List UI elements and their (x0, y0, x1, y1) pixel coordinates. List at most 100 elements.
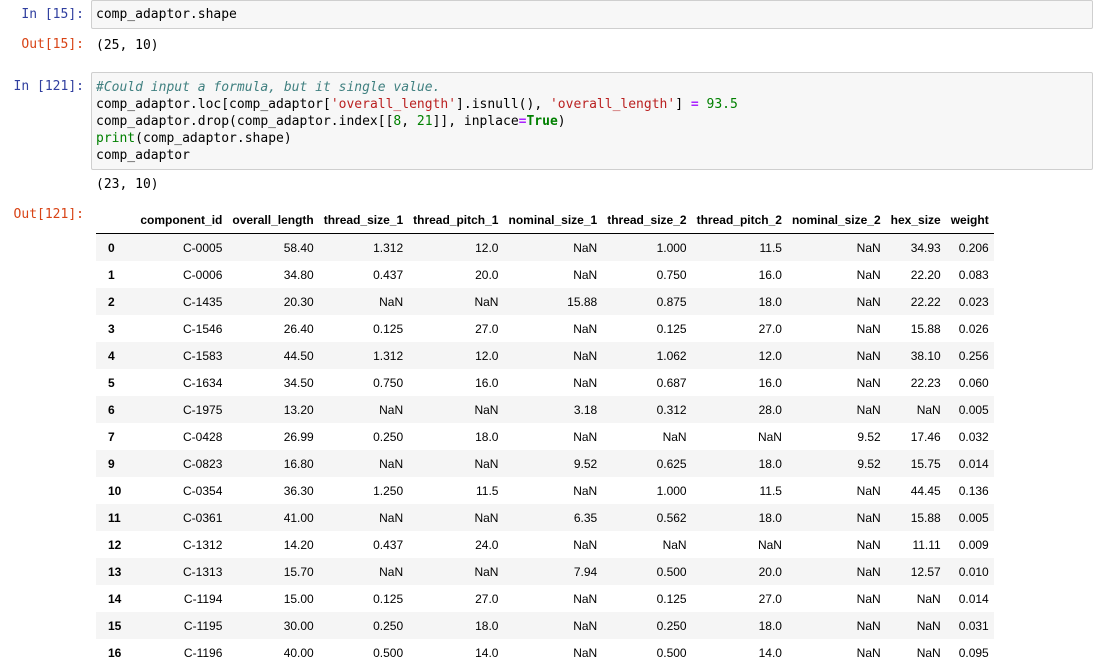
table-cell: NaN (408, 558, 503, 585)
table-cell: 0.014 (946, 450, 994, 477)
table-cell: 0.250 (319, 612, 408, 639)
code-token: ] (675, 97, 691, 112)
table-cell: NaN (787, 315, 886, 342)
input-prompt: In [15]: (0, 7, 84, 22)
table-cell: 27.0 (408, 315, 503, 342)
table-cell: NaN (787, 342, 886, 369)
table-cell: C-1634 (135, 369, 227, 396)
table-cell: 17.46 (886, 423, 946, 450)
table-cell: NaN (503, 477, 602, 504)
table-cell: 34.80 (227, 261, 318, 288)
column-header: hex_size (886, 206, 946, 234)
row-index: 13 (96, 558, 135, 585)
table-cell: 0.500 (319, 639, 408, 666)
code-input[interactable]: comp_adaptor.shape (91, 0, 1093, 29)
row-index: 10 (96, 477, 135, 504)
table-cell: 15.75 (886, 450, 946, 477)
table-cell: 0.625 (602, 450, 691, 477)
table-cell: 26.40 (227, 315, 318, 342)
row-index: 7 (96, 423, 135, 450)
table-cell: 0.125 (602, 315, 691, 342)
table-cell: C-1196 (135, 639, 227, 666)
table-cell: 18.0 (408, 423, 503, 450)
column-header: thread_size_1 (319, 206, 408, 234)
code-number: 93.5 (707, 97, 738, 112)
row-index: 11 (96, 504, 135, 531)
table-cell: NaN (503, 315, 602, 342)
table-row: 0C-000558.401.31212.0NaN1.00011.5NaN34.9… (96, 234, 994, 262)
dataframe-table: component_idoverall_lengththread_size_1t… (96, 206, 994, 666)
table-cell: C-0005 (135, 234, 227, 262)
table-cell: 3.18 (503, 396, 602, 423)
row-index: 16 (96, 639, 135, 666)
table-cell: C-0361 (135, 504, 227, 531)
code-keyword: True (526, 114, 557, 129)
code-token: ) (558, 114, 566, 129)
table-cell: 15.88 (503, 288, 602, 315)
table-cell: 11.5 (408, 477, 503, 504)
table-cell: NaN (408, 450, 503, 477)
table-cell: 14.0 (692, 639, 787, 666)
table-row: 3C-154626.400.12527.0NaN0.12527.0NaN15.8… (96, 315, 994, 342)
table-cell: NaN (886, 585, 946, 612)
table-cell: 15.00 (227, 585, 318, 612)
table-row: 5C-163434.500.75016.0NaN0.68716.0NaN22.2… (96, 369, 994, 396)
table-cell: 9.52 (503, 450, 602, 477)
table-cell: NaN (503, 531, 602, 558)
table-cell: 22.20 (886, 261, 946, 288)
table-cell: 14.20 (227, 531, 318, 558)
table-cell: 20.0 (692, 558, 787, 585)
table-row: 7C-042826.990.25018.0NaNNaNNaN9.5217.460… (96, 423, 994, 450)
code-builtin: print (96, 131, 135, 146)
table-cell: 0.136 (946, 477, 994, 504)
table-cell: 58.40 (227, 234, 318, 262)
table-cell: C-1583 (135, 342, 227, 369)
code-input[interactable]: #Could input a formula, but it single va… (91, 72, 1093, 170)
code-token: comp_adaptor.loc[comp_adaptor[ (96, 97, 331, 112)
table-cell: NaN (787, 612, 886, 639)
table-cell: 1.250 (319, 477, 408, 504)
table-cell: 16.0 (692, 369, 787, 396)
code-line: print(comp_adaptor.shape) (96, 130, 1088, 147)
table-cell: 16.0 (408, 369, 503, 396)
table-cell: 0.687 (602, 369, 691, 396)
output-prompt: Out[121]: (0, 207, 84, 222)
table-cell: 1.312 (319, 234, 408, 262)
table-cell: 11.5 (692, 234, 787, 262)
code-token: ]], inplace (433, 114, 519, 129)
table-cell: 27.0 (692, 585, 787, 612)
table-cell: 0.014 (946, 585, 994, 612)
table-cell: NaN (319, 504, 408, 531)
table-cell: 0.060 (946, 369, 994, 396)
code-line: comp_adaptor.shape (96, 7, 237, 22)
table-cell: NaN (692, 531, 787, 558)
table-cell: 0.206 (946, 234, 994, 262)
row-index: 14 (96, 585, 135, 612)
table-cell: NaN (886, 612, 946, 639)
table-cell: 9.52 (787, 423, 886, 450)
table-cell: 0.010 (946, 558, 994, 585)
table-cell: 0.095 (946, 639, 994, 666)
code-token: comp_adaptor.drop(comp_adaptor.index[[ (96, 114, 393, 129)
table-row: 1C-000634.800.43720.0NaN0.75016.0NaN22.2… (96, 261, 994, 288)
code-operator: = (691, 97, 699, 112)
table-row: 6C-197513.20NaNNaN3.180.31228.0NaNNaN0.0… (96, 396, 994, 423)
table-cell: 0.023 (946, 288, 994, 315)
table-cell: NaN (692, 423, 787, 450)
table-cell: 34.93 (886, 234, 946, 262)
table-cell: NaN (319, 450, 408, 477)
table-cell: NaN (787, 234, 886, 262)
code-token (699, 97, 707, 112)
code-line: comp_adaptor.drop(comp_adaptor.index[[8,… (96, 113, 1088, 130)
table-cell: C-1435 (135, 288, 227, 315)
table-cell: NaN (787, 261, 886, 288)
table-row: 12C-131214.200.43724.0NaNNaNNaNNaN11.110… (96, 531, 994, 558)
table-cell: NaN (408, 288, 503, 315)
row-index: 1 (96, 261, 135, 288)
table-cell: C-0428 (135, 423, 227, 450)
table-row: 4C-158344.501.31212.0NaN1.06212.0NaN38.1… (96, 342, 994, 369)
table-cell: 20.30 (227, 288, 318, 315)
table-row: 14C-119415.000.12527.0NaN0.12527.0NaNNaN… (96, 585, 994, 612)
table-row: 2C-143520.30NaNNaN15.880.87518.0NaN22.22… (96, 288, 994, 315)
table-cell: C-0354 (135, 477, 227, 504)
